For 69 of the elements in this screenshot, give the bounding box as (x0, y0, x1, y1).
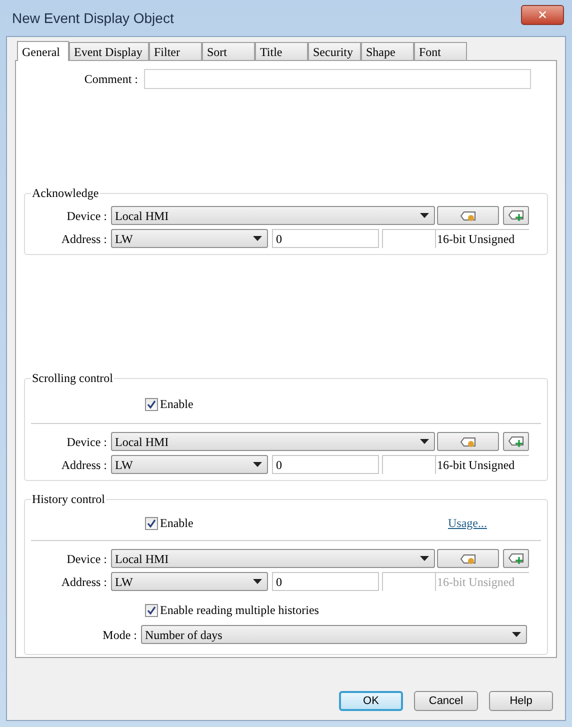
dropdown[interactable]: Local HMI (111, 549, 435, 568)
tab[interactable]: General (17, 41, 69, 61)
dropdown-arrow-icon (420, 556, 429, 561)
tag-button[interactable] (437, 432, 499, 451)
tab[interactable]: Event Display (69, 42, 149, 60)
tab[interactable]: Title (255, 42, 308, 60)
data-type-label: 16-bit Unsigned (435, 455, 529, 474)
group-title: Acknowledge (31, 186, 100, 201)
dropdown-arrow-icon (253, 462, 262, 467)
tab[interactable]: Sort (202, 42, 255, 60)
tab[interactable]: Shape (361, 42, 414, 60)
window-title: New Event Display Object (12, 8, 174, 28)
tag-icon (460, 554, 476, 564)
field-label: Device : (66, 434, 108, 450)
add-tag-button[interactable] (503, 206, 529, 225)
checkmark-icon (147, 606, 156, 614)
field-label: Comment : (83, 71, 139, 88)
tag-icon (460, 210, 476, 220)
tab[interactable]: Filter (149, 42, 202, 60)
address-input[interactable]: 0 (272, 455, 379, 474)
dropdown[interactable]: Local HMI (111, 206, 435, 225)
dropdown-arrow-icon (253, 236, 262, 241)
dropdown[interactable]: LW (111, 455, 268, 474)
add-tag-button[interactable] (503, 549, 529, 568)
comment-input[interactable] (144, 69, 531, 89)
checkmark-icon (147, 518, 156, 528)
add-tag-icon (508, 553, 524, 564)
checkmark-icon (147, 400, 156, 408)
dialog-button[interactable]: Help (489, 691, 553, 711)
address-input[interactable]: 0 (272, 572, 379, 591)
dropdown-arrow-icon (420, 213, 429, 218)
field-label: Device : (66, 208, 108, 224)
field-label: Address : (60, 230, 108, 248)
field-label: Address : (60, 456, 108, 474)
field-label: Device : (66, 550, 108, 568)
field-label: Mode : (102, 626, 138, 644)
data-type-label: 16-bit Unsigned (435, 229, 529, 248)
enable-checkbox[interactable]: Enable (145, 395, 547, 413)
dropdown[interactable]: Local HMI (111, 432, 435, 451)
add-tag-icon (508, 210, 524, 221)
enable-checkbox[interactable]: Enable reading multiple histories (145, 601, 547, 619)
checkbox[interactable] (145, 604, 158, 616)
dialog-button[interactable]: OK (339, 691, 403, 711)
group-title: History control (31, 492, 106, 507)
dropdown[interactable]: LW (111, 572, 268, 591)
dropdown[interactable]: Number of days (141, 625, 527, 644)
dropdown-arrow-icon (253, 579, 262, 584)
address-extension-input[interactable] (382, 455, 435, 474)
enable-checkbox[interactable]: Enable (145, 514, 194, 532)
dialog-button[interactable]: Cancel (414, 691, 478, 711)
address-extension-input[interactable] (382, 572, 435, 591)
tag-icon (460, 436, 476, 446)
tag-button[interactable] (437, 549, 499, 568)
add-tag-icon (508, 436, 524, 447)
dropdown-arrow-icon (420, 439, 429, 444)
tab[interactable]: Font (414, 42, 467, 60)
dropdown-arrow-icon (512, 632, 521, 637)
dropdown[interactable]: LW (111, 229, 268, 248)
data-type-label: 16-bit Unsigned (435, 572, 529, 591)
usage-link[interactable]: Usage... (448, 514, 487, 532)
field-label: Address : (60, 574, 108, 590)
address-extension-input[interactable] (382, 229, 435, 248)
address-input[interactable]: 0 (272, 229, 379, 248)
add-tag-button[interactable] (503, 432, 529, 451)
tag-button[interactable] (437, 206, 499, 225)
checkbox[interactable] (145, 516, 158, 530)
group-title: Scrolling control (31, 371, 114, 386)
checkbox[interactable] (145, 398, 158, 410)
tab[interactable]: Security (308, 42, 361, 60)
